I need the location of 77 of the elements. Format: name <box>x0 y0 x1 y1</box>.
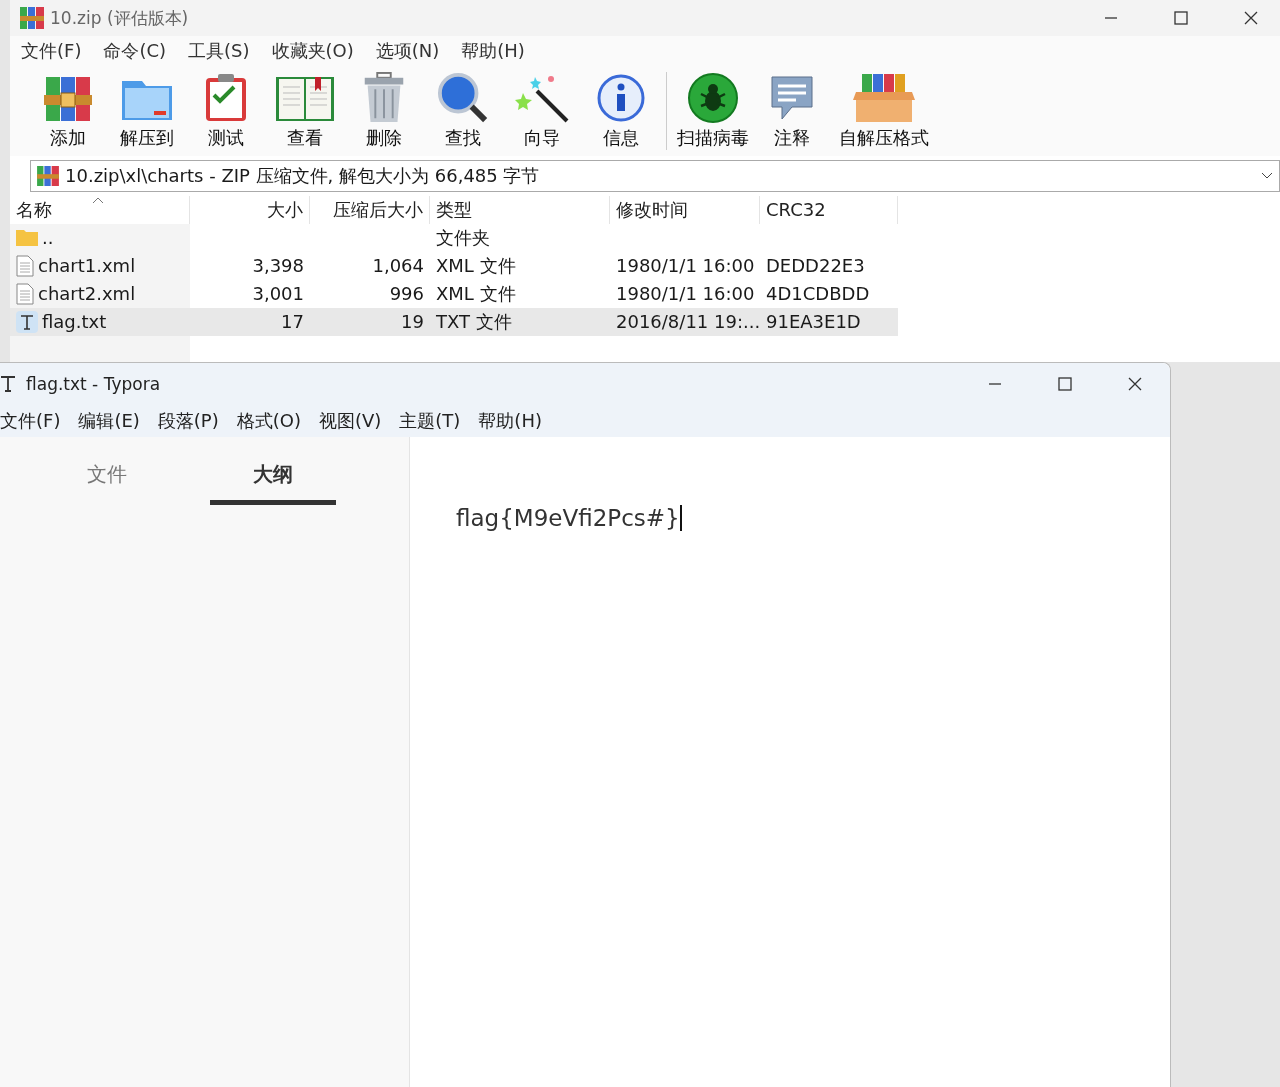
toolbar-button[interactable]: 向导 <box>502 72 581 150</box>
sort-caret-icon <box>92 197 104 204</box>
table-cell: 2016/8/11 19:... <box>610 308 760 336</box>
table-cell-text: DEDD22E3 <box>765 254 866 278</box>
folder-icon <box>16 230 38 246</box>
file-name: chart2.xml <box>38 282 136 306</box>
file-name: flag.txt <box>42 310 107 334</box>
toolbar-button[interactable]: 解压到 <box>107 72 186 150</box>
toolbar-button[interactable]: 信息 <box>581 72 660 150</box>
search-icon <box>435 72 490 124</box>
menu-item[interactable]: 段落(P) <box>157 409 219 433</box>
document-icon <box>16 283 34 305</box>
menu-item[interactable]: 帮助(H) <box>478 409 542 433</box>
menu-item[interactable]: 视图(V) <box>318 409 382 433</box>
toolbar-button[interactable]: 注释 <box>752 72 831 150</box>
table-cell-text: XML 文件 <box>435 254 517 278</box>
column-header[interactable]: 压缩后大小 <box>310 196 430 224</box>
archive-books-icon <box>37 166 59 186</box>
table-cell-text: 1980/1/1 16:00 <box>615 282 756 306</box>
sidebar-tab[interactable]: 文件 <box>44 461 170 505</box>
column-header[interactable]: 大小 <box>190 196 310 224</box>
table-cell-text: 1980/1/1 16:00 <box>615 254 756 278</box>
table-cell-text: 1,064 <box>371 254 425 278</box>
table-cell-text: 4D1CDBDD <box>765 282 871 306</box>
table-cell-text: 文件夹 <box>435 226 491 250</box>
toolbar-button[interactable]: 查看 <box>265 72 344 150</box>
window-title: flag.txt - Typora <box>26 374 162 394</box>
table-cell: TXT 文件 <box>430 308 610 336</box>
table-cell-text: 3,001 <box>251 282 305 306</box>
menu-item[interactable]: 编辑(E) <box>78 409 140 433</box>
table-cell: 17 <box>190 308 310 336</box>
menu-item[interactable]: 工具(S) <box>179 39 259 63</box>
maximize-icon[interactable] <box>1058 377 1072 391</box>
address-bar[interactable]: 10.zip\xl\charts - ZIP 压缩文件, 解包大小为 66,485 字节 <box>30 160 1280 192</box>
file-name-cell[interactable]: .. <box>10 224 190 252</box>
document-icon <box>16 255 34 277</box>
menu-item[interactable]: 主题(T) <box>399 409 461 433</box>
table-cell-text: 3,398 <box>251 254 305 278</box>
maximize-icon[interactable] <box>1174 11 1188 25</box>
menu-item[interactable]: 命令(C) <box>94 39 176 63</box>
file-name-cell[interactable]: flag.txt <box>10 308 190 336</box>
box-icon <box>852 72 916 124</box>
table-cell-text: XML 文件 <box>435 282 517 306</box>
column-header[interactable]: 修改时间 <box>610 196 760 224</box>
toolbar-button[interactable]: 查找 <box>423 72 502 150</box>
archive-books-icon <box>20 7 44 29</box>
text-file-icon <box>16 311 38 333</box>
close-icon[interactable] <box>1128 377 1142 391</box>
toolbar-button[interactable]: 测试 <box>186 72 265 150</box>
toolbar-button[interactable]: 自解压格式 <box>831 72 937 150</box>
file-name-cell[interactable]: chart2.xml <box>10 280 190 308</box>
menu-item[interactable]: 格式(O) <box>236 409 301 433</box>
menu-item[interactable]: 选项(N) <box>366 39 449 63</box>
file-name: chart1.xml <box>38 254 136 278</box>
file-name: .. <box>42 226 54 250</box>
window-title: 10.zip (评估版本) <box>50 6 190 30</box>
toolbar-button[interactable]: 扫描病毒 <box>673 72 752 150</box>
clipboard-check-icon <box>203 72 248 124</box>
menu-item[interactable]: 文件(F) <box>12 39 91 63</box>
table-cell: 91EA3E1D <box>760 308 898 336</box>
typora-t-icon <box>0 375 16 393</box>
menu-item[interactable]: 帮助(H) <box>452 39 534 63</box>
bug-icon <box>686 72 739 124</box>
column-header[interactable]: CRC32 <box>760 196 898 224</box>
table-cell: 19 <box>310 308 430 336</box>
menu-item[interactable]: 文件(F) <box>0 409 61 433</box>
sidebar-tab[interactable]: 大纲 <box>210 461 336 505</box>
menu-item[interactable]: 收藏夹(O) <box>262 39 363 63</box>
table-cell-text: 996 <box>388 282 425 306</box>
column-header[interactable]: 类型 <box>430 196 610 224</box>
toolbar-button[interactable]: 删除 <box>344 72 423 150</box>
toolbar-button[interactable]: 添加 <box>28 72 107 150</box>
close-icon[interactable] <box>1244 11 1258 25</box>
chevron-down-icon <box>1261 172 1273 180</box>
info-icon <box>595 72 646 124</box>
document-text: flag{M9eVfi2Pcs#} <box>456 505 682 531</box>
file-name-cell[interactable]: chart1.xml <box>10 252 190 280</box>
